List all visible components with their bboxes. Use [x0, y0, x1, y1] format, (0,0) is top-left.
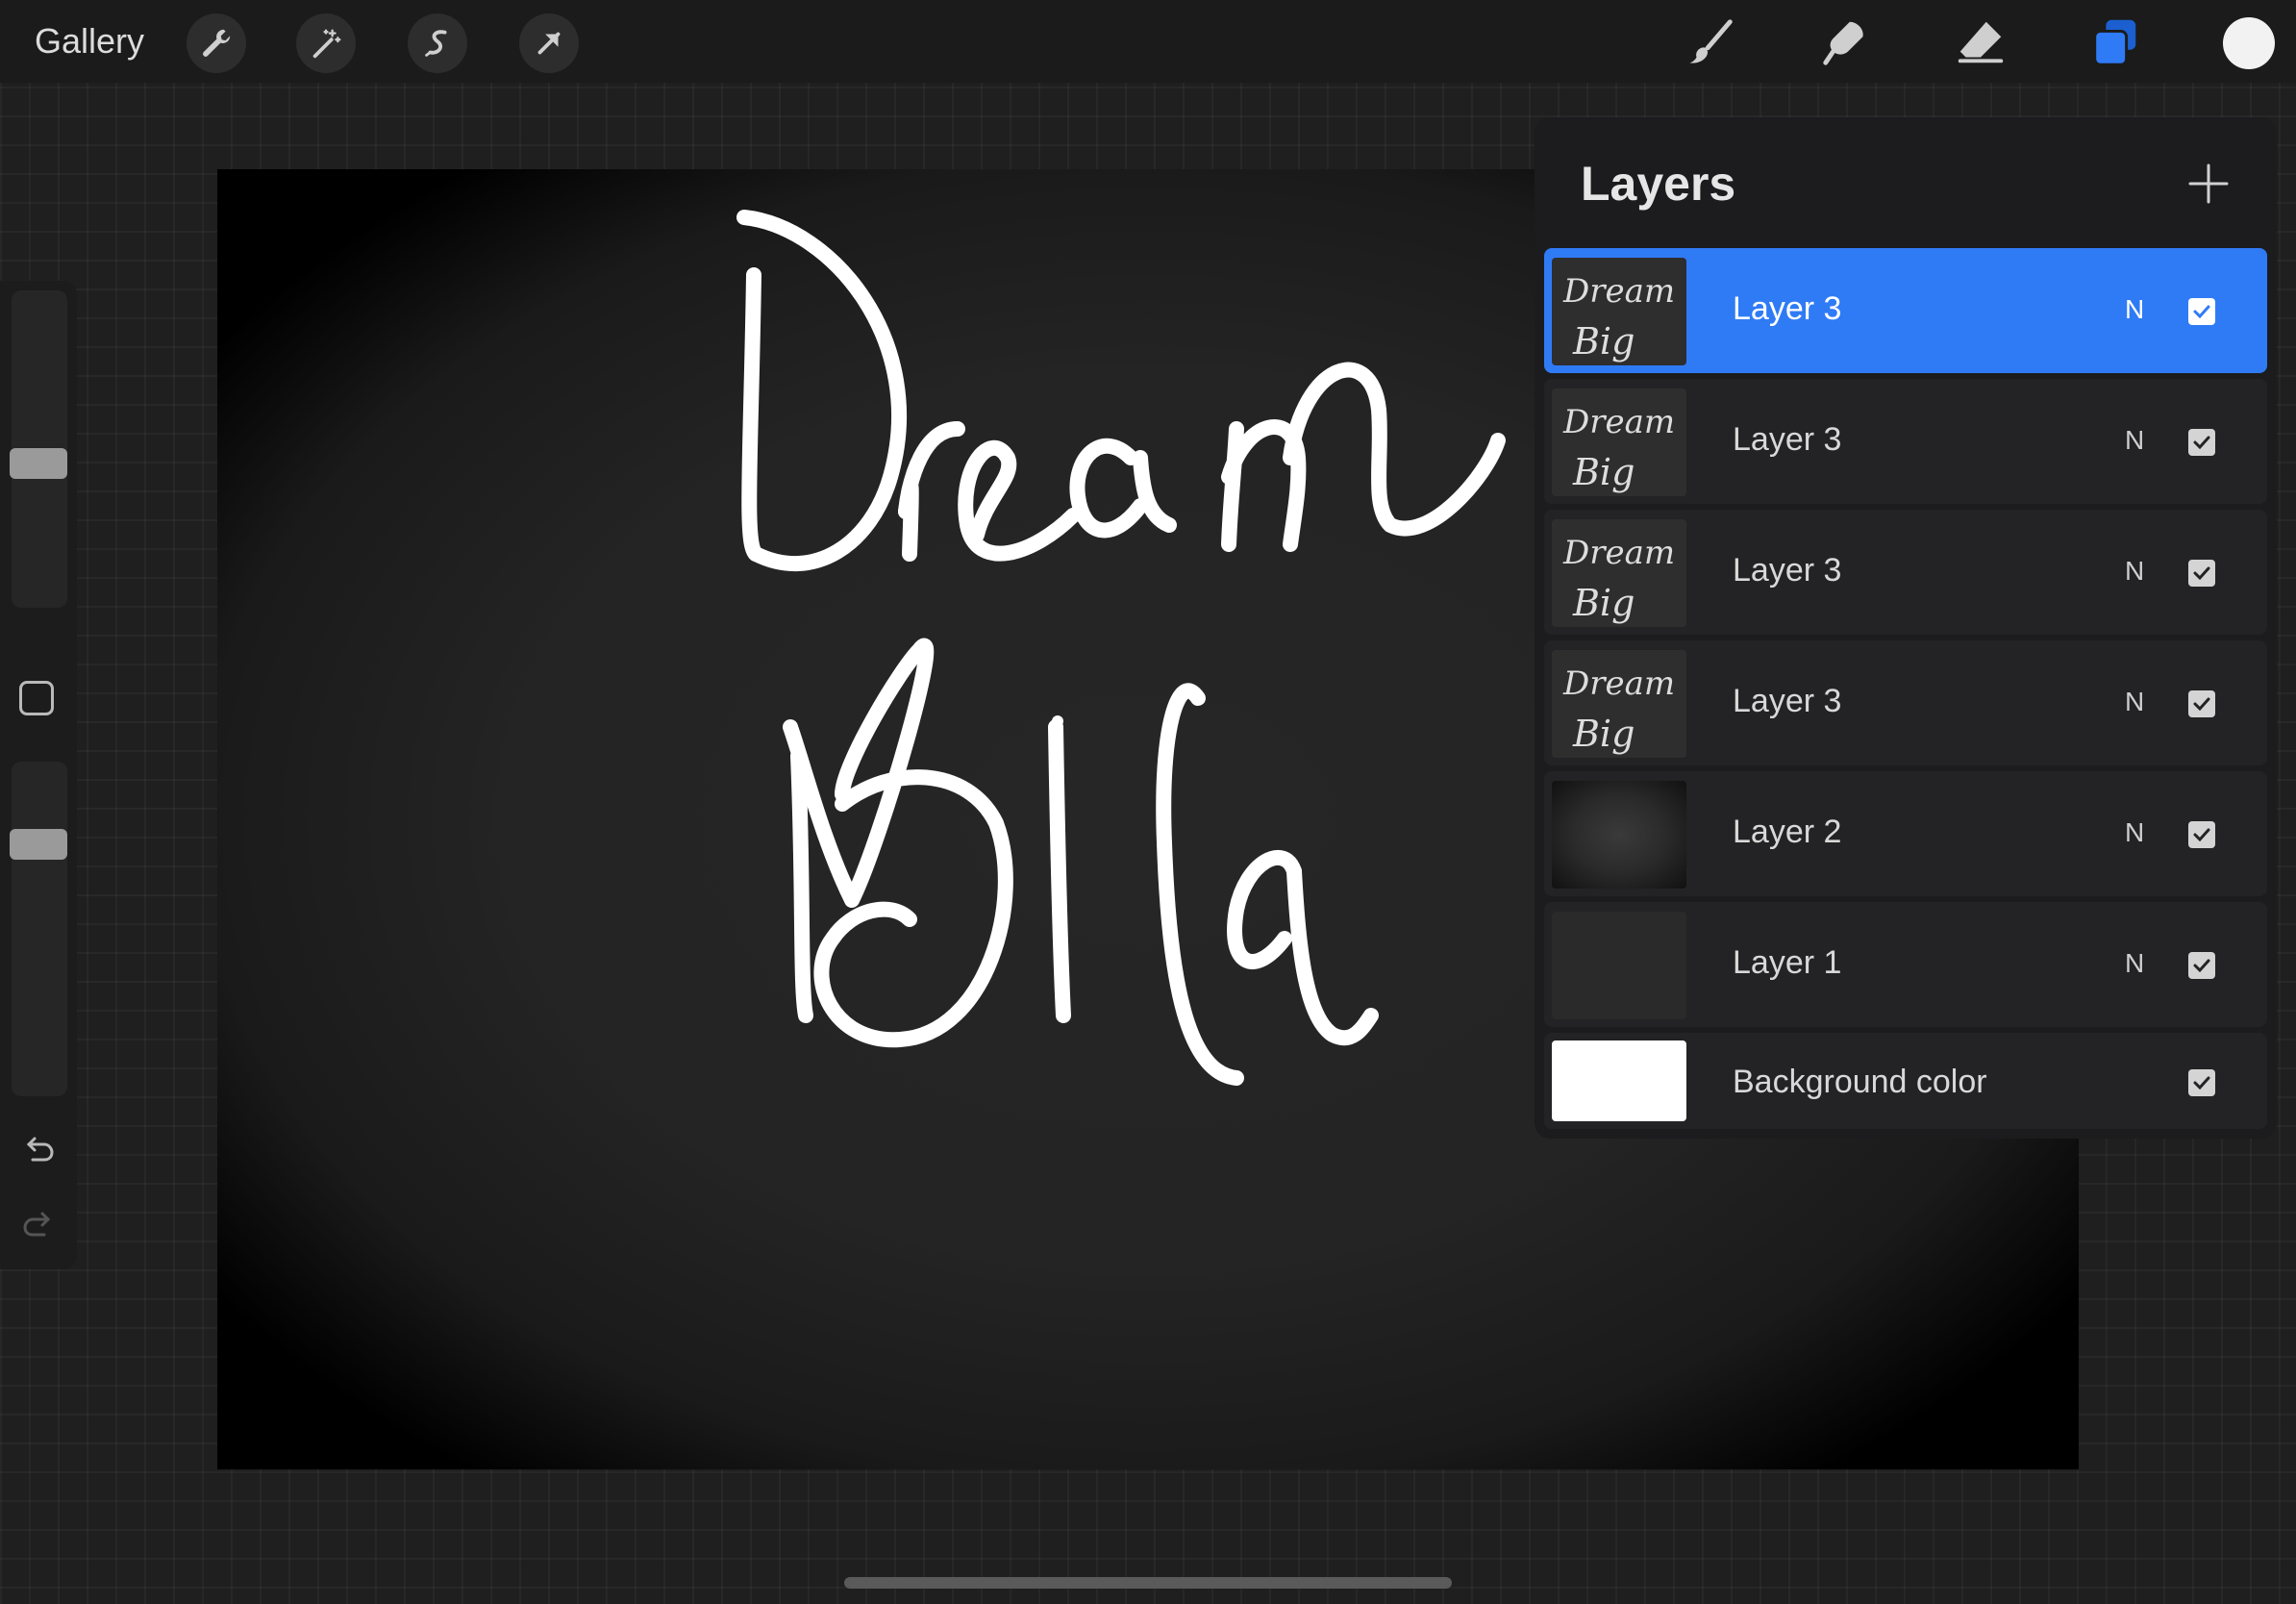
top-toolbar: Gallery: [0, 0, 2296, 83]
svg-text:Big: Big: [1572, 320, 1635, 363]
brush-tool-button[interactable]: [1683, 13, 1740, 71]
brush-icon: [1688, 19, 1733, 63]
home-indicator[interactable]: [844, 1577, 1452, 1589]
checkmark-icon: [2193, 566, 2210, 581]
blend-mode-button[interactable]: N: [2125, 294, 2144, 325]
layer-name: Layer 3: [1733, 552, 1842, 589]
checkmark-icon: [2193, 959, 2210, 973]
svg-text:Dream: Dream: [1562, 272, 1675, 311]
actions-button[interactable]: [187, 13, 246, 73]
layer-thumbnail: Dream Big: [1552, 388, 1686, 496]
opacity-slider-thumb[interactable]: [10, 828, 67, 860]
layer-row[interactable]: Layer 2 N: [1544, 771, 2267, 896]
layer-thumbnail: Dream Big: [1552, 258, 1686, 365]
layer-visibility-checkbox[interactable]: [2188, 429, 2215, 456]
selection-button[interactable]: [408, 13, 467, 73]
add-layer-icon[interactable]: [2183, 158, 2234, 210]
svg-text:Big: Big: [1572, 451, 1635, 493]
checkmark-icon: [2193, 1076, 2210, 1090]
blend-mode-button[interactable]: N: [2125, 425, 2144, 456]
blend-mode-button[interactable]: N: [2125, 687, 2144, 717]
checkmark-icon: [2193, 828, 2210, 842]
left-sidebar: [0, 281, 77, 1269]
checkmark-icon: [2193, 697, 2210, 712]
smudge-tool-button[interactable]: [1817, 13, 1875, 71]
layer-row[interactable]: Dream Big Layer 3 N: [1544, 248, 2267, 373]
layer-name: Layer 3: [1733, 683, 1842, 719]
blend-mode-button[interactable]: N: [2125, 817, 2144, 848]
eraser-tool-button[interactable]: [1952, 13, 2009, 71]
undo-icon[interactable]: [19, 1131, 58, 1169]
svg-text:Dream: Dream: [1562, 403, 1675, 441]
layer-visibility-checkbox[interactable]: [2188, 690, 2215, 717]
transform-arrow-icon: [537, 32, 561, 55]
layer-row[interactable]: Dream Big Layer 3 N: [1544, 640, 2267, 765]
layer-name: Layer 1: [1733, 944, 1842, 981]
selection-icon: [425, 30, 447, 57]
gallery-button[interactable]: Gallery: [35, 21, 144, 62]
layer-name: Background color: [1733, 1064, 1987, 1100]
svg-text:Big: Big: [1572, 582, 1635, 624]
brush-size-slider-thumb[interactable]: [10, 447, 67, 479]
wrench-icon: [203, 29, 231, 57]
eraser-icon: [1958, 21, 2004, 63]
layer-thumbnail: [1552, 781, 1686, 889]
layer-visibility-checkbox[interactable]: [2188, 821, 2215, 848]
layer-visibility-checkbox[interactable]: [2188, 1069, 2215, 1096]
magic-wand-icon: [312, 29, 341, 59]
layer-row[interactable]: Dream Big Layer 3 N: [1544, 379, 2267, 504]
layer-visibility-checkbox[interactable]: [2188, 560, 2215, 587]
svg-text:Dream: Dream: [1562, 534, 1675, 572]
layer-thumbnail: Dream Big: [1552, 519, 1686, 627]
layer-row[interactable]: Dream Big Layer 3 N: [1544, 510, 2267, 635]
layer-name: Layer 3: [1733, 421, 1842, 458]
layer-visibility-checkbox[interactable]: [2188, 298, 2215, 325]
layers-panel: Layers Dream Big Layer 3 N Dream Big Layer…: [1535, 117, 2277, 1139]
layer-thumbnail: Dream Big: [1552, 650, 1686, 758]
background-color-swatch[interactable]: [1552, 1040, 1686, 1121]
transform-button[interactable]: [519, 13, 579, 73]
layer-thumbnail: [1552, 912, 1686, 1019]
svg-text:Big: Big: [1572, 713, 1635, 755]
layer-name: Layer 3: [1733, 290, 1842, 327]
layer-name: Layer 2: [1733, 814, 1842, 850]
blend-mode-button[interactable]: N: [2125, 948, 2144, 979]
smudge-icon: [1823, 21, 1863, 65]
checkmark-icon: [2193, 436, 2210, 450]
opacity-slider[interactable]: [12, 762, 67, 1096]
layers-icon: [2093, 19, 2136, 66]
layer-visibility-checkbox[interactable]: [2188, 952, 2215, 979]
layer-row[interactable]: Layer 1 N: [1544, 902, 2267, 1027]
svg-text:Dream: Dream: [1562, 664, 1675, 703]
background-color-row[interactable]: Background color: [1544, 1033, 2267, 1129]
modify-button[interactable]: [19, 681, 54, 715]
blend-mode-button[interactable]: N: [2125, 556, 2144, 587]
redo-icon[interactable]: [19, 1206, 58, 1244]
adjustments-button[interactable]: [296, 13, 356, 73]
layers-tool-button[interactable]: [2086, 13, 2144, 71]
layers-panel-title: Layers: [1581, 157, 1736, 211]
checkmark-icon: [2193, 305, 2210, 319]
color-picker-button[interactable]: [2223, 17, 2275, 69]
